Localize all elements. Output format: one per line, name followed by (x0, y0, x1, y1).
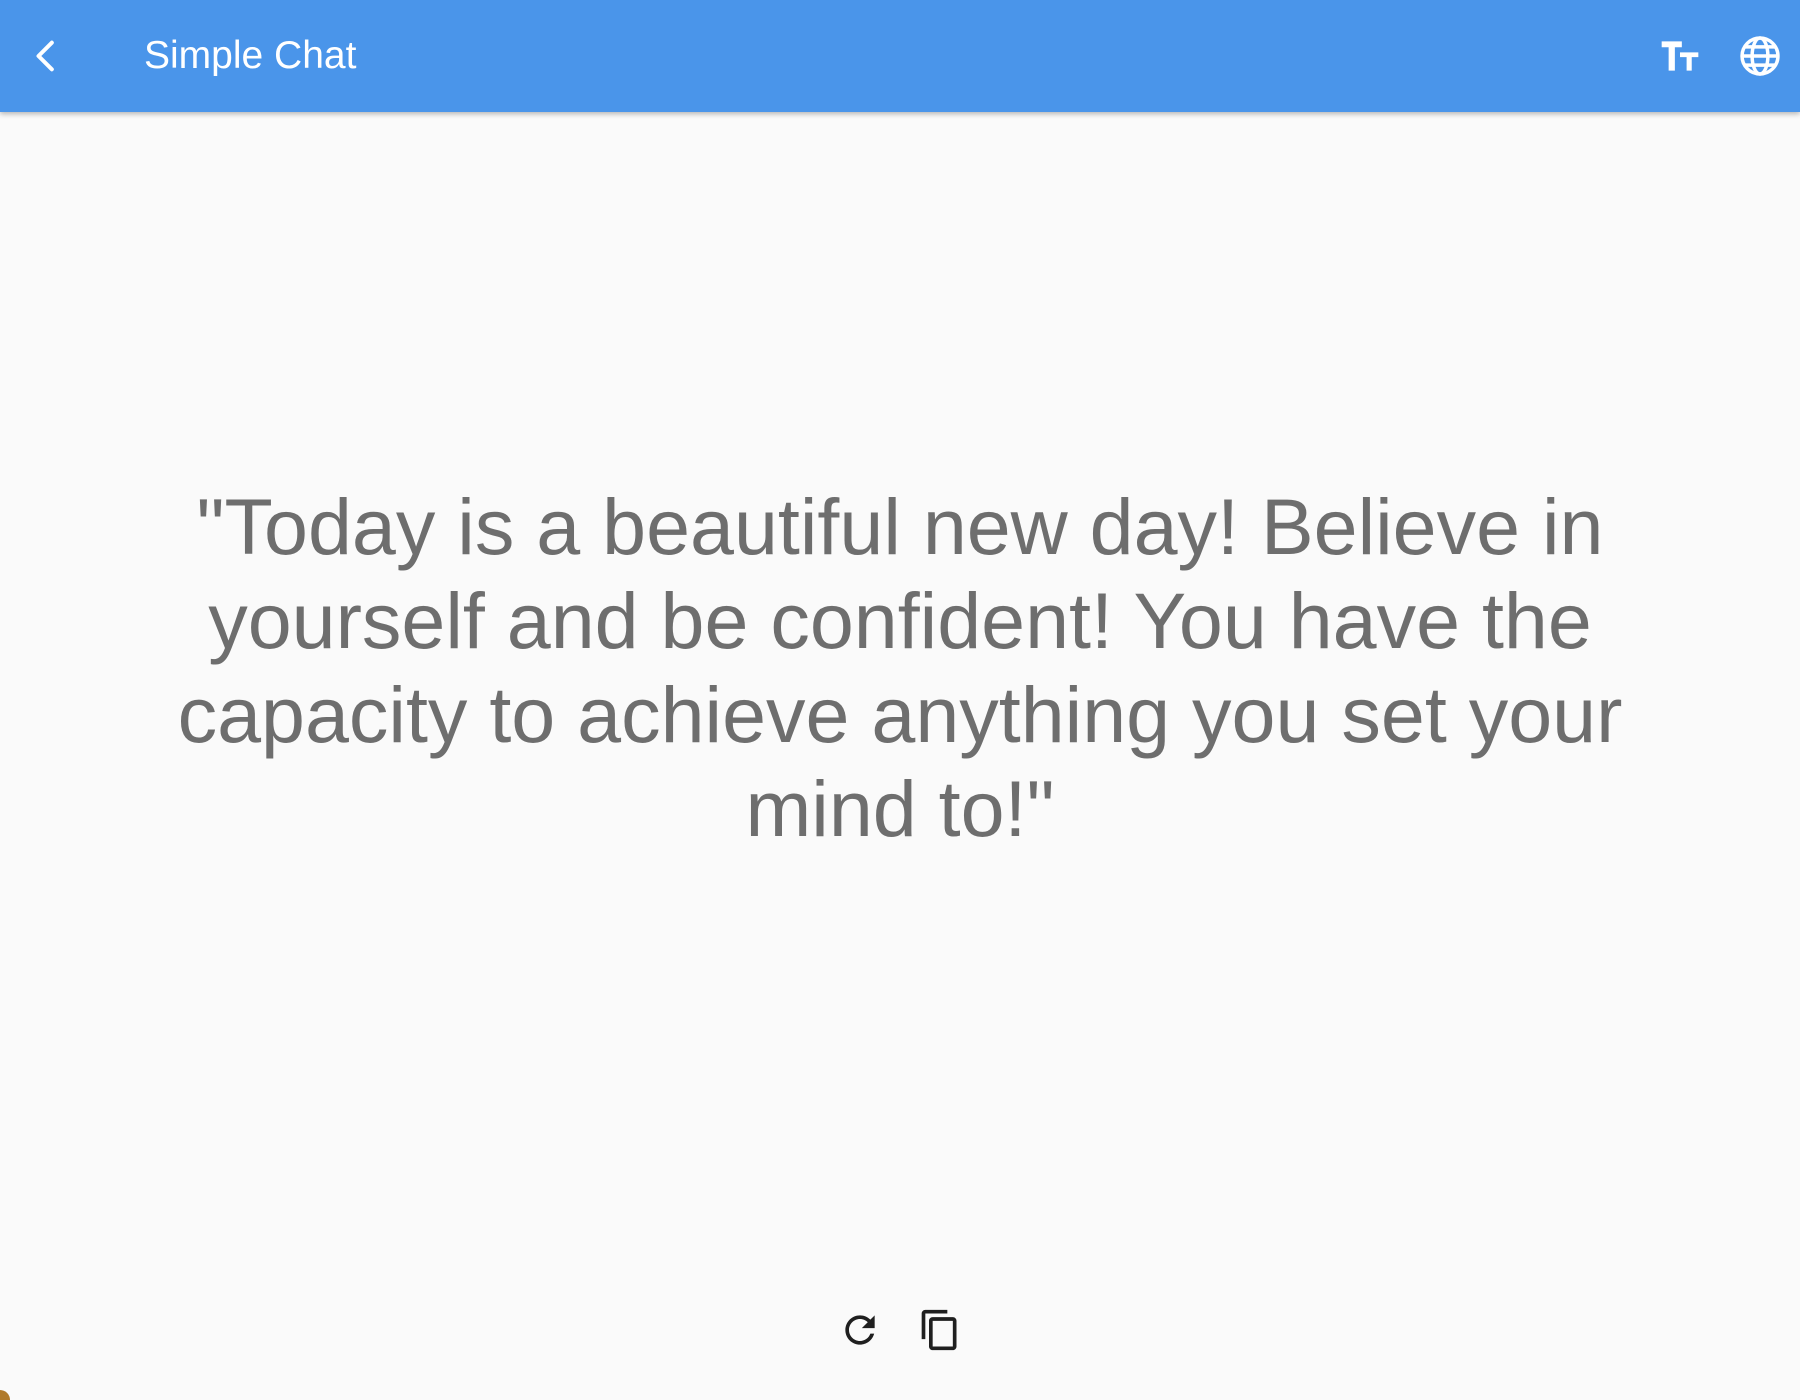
app-title: Simple Chat (144, 34, 357, 77)
quote-line: capacity to achieve anything you set you… (177, 670, 1623, 759)
text-size-icon (1661, 41, 1699, 71)
quote-text: "Today is a beautiful new day! Believe i… (150, 480, 1650, 856)
quote-area: "Today is a beautiful new day! Believe i… (150, 480, 1650, 856)
quote-line: yourself and be confident! You have the (208, 576, 1592, 665)
refresh-button[interactable] (836, 1306, 884, 1354)
refresh-icon (845, 1315, 875, 1345)
window-corner (0, 1390, 10, 1400)
app-bar: Simple Chat (0, 0, 1800, 112)
language-button[interactable] (1728, 24, 1792, 88)
text-size-button[interactable] (1648, 24, 1712, 88)
quote-line: mind to!" (745, 764, 1055, 853)
quote-actions (0, 1300, 1800, 1360)
quote-line: "Today is a beautiful new day! Believe i… (196, 482, 1604, 571)
globe-icon (1740, 36, 1780, 76)
back-button[interactable] (14, 24, 78, 88)
copy-button[interactable] (916, 1306, 964, 1354)
chevron-left-icon (36, 40, 54, 72)
app-window: Simple Chat "Today is a beautiful new da… (0, 0, 1800, 1400)
copy-icon (921, 1309, 957, 1351)
